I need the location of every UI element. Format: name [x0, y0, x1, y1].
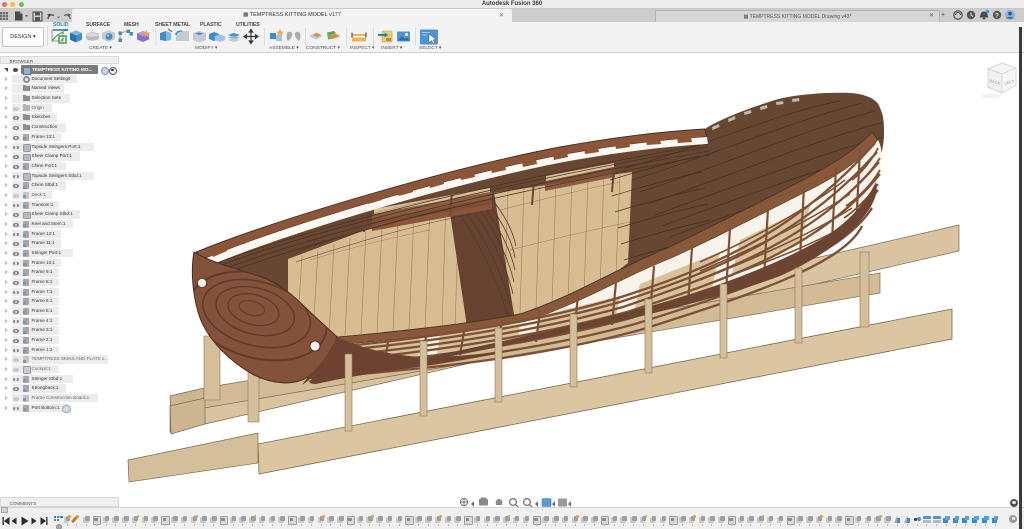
- svg-text:?: ?: [995, 12, 999, 19]
